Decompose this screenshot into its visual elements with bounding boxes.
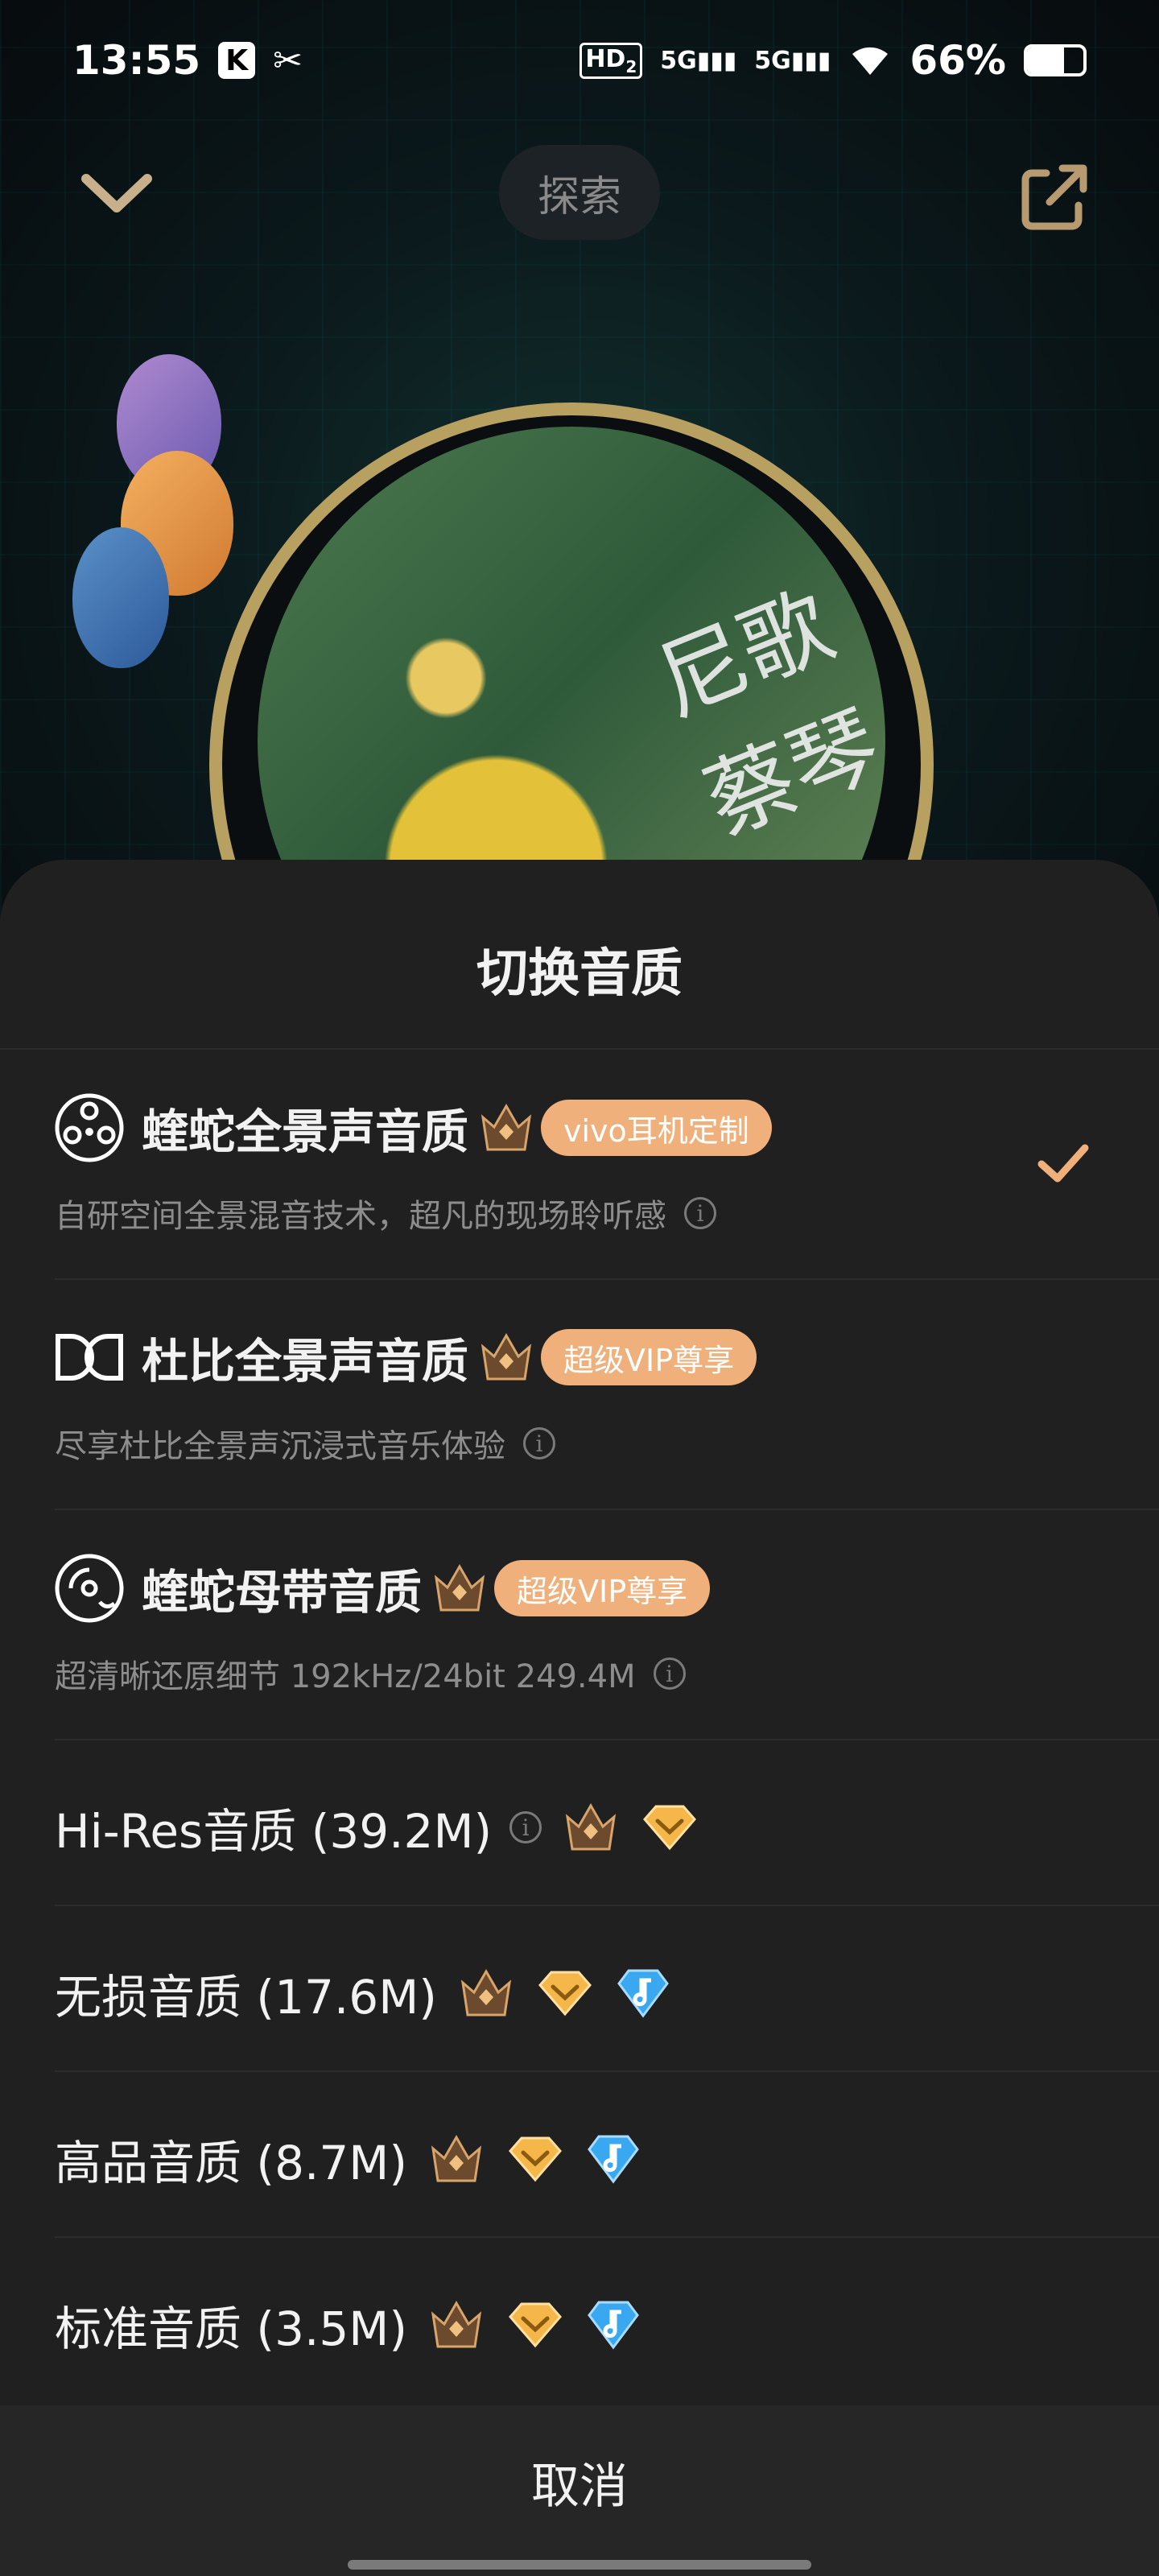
music-package-icon — [617, 1969, 669, 2018]
option-title: 蝰蛇母带音质 — [142, 1565, 423, 1620]
svip-crown-icon — [481, 1103, 532, 1151]
dolby-icon — [56, 1334, 123, 1381]
collapse-button[interactable] — [76, 161, 157, 225]
wifi-icon — [852, 47, 889, 75]
option-title: 蝰蛇全景声音质 — [142, 1104, 469, 1159]
quality-option-dolby-atmos[interactable]: 杜比全景声音质 超级VIP尊享 尽享杜比全景声沉浸式音乐体验 i — [0, 1278, 1159, 1509]
battery-icon — [1024, 44, 1087, 76]
sheet-title: 切换音质 — [476, 944, 683, 1004]
signal-icon: 5G▮▮▮ — [754, 46, 831, 75]
quality-option-high[interactable]: 高品音质 (8.7M) — [0, 2070, 1159, 2236]
share-icon — [1021, 164, 1087, 230]
signal-icon: 5G▮▮▮ — [660, 46, 737, 75]
svip-crown-icon — [460, 1968, 511, 2017]
music-package-icon — [588, 2135, 639, 2184]
app-notification-icon: K — [218, 42, 256, 79]
hd-voice-icon: HD2 — [580, 42, 643, 79]
svip-crown-icon — [566, 1802, 617, 1851]
quality-option-standard[interactable]: 标准音质 (3.5M) — [0, 2236, 1159, 2402]
album-cover-title: 尼歌 蔡琴 — [643, 573, 885, 855]
music-package-icon — [588, 2301, 639, 2350]
option-subtitle: 自研空间全景混音技术，超凡的现场聆听感 i — [55, 1190, 716, 1236]
quality-switch-sheet: 切换音质 蝰蛇全景声音质 vivo耳机定制 自研空间全景混音技术，超凡的现场聆听… — [0, 860, 1159, 2576]
battery-percent: 66% — [909, 37, 1006, 84]
option-title: 标准音质 (3.5M) — [55, 2301, 407, 2356]
svip-crown-icon — [431, 2134, 482, 2182]
svip-crown-icon — [481, 1332, 532, 1381]
balloon-decoration — [72, 527, 169, 668]
vip-diamond-icon — [643, 1805, 697, 1851]
player-background: 13:55 K ✂ HD2 5G▮▮▮ 5G▮▮▮ 66% 探索 尼歌 蔡琴 — [0, 0, 1159, 918]
option-title: 杜比全景声音质 — [142, 1334, 469, 1389]
svip-crown-icon — [434, 1563, 485, 1612]
option-badge: 超级VIP尊享 — [541, 1329, 757, 1385]
viper-atmos-icon — [55, 1093, 124, 1162]
explore-tab[interactable]: 探索 — [499, 145, 660, 240]
svip-crown-icon — [431, 2300, 482, 2348]
quality-option-lossless[interactable]: 无损音质 (17.6M) — [0, 1905, 1159, 2070]
info-icon[interactable]: i — [523, 1427, 555, 1459]
option-badge: 超级VIP尊享 — [494, 1560, 711, 1616]
info-icon[interactable]: i — [684, 1197, 716, 1229]
option-title: 无损音质 (17.6M) — [55, 1970, 437, 2025]
option-title: Hi-Res音质 (39.2M) — [55, 1804, 493, 1859]
info-icon[interactable]: i — [653, 1657, 686, 1690]
option-badge: vivo耳机定制 — [541, 1100, 772, 1156]
player-top-nav: 探索 — [0, 145, 1159, 242]
vip-diamond-icon — [538, 1971, 592, 2017]
option-subtitle: 尽享杜比全景声沉浸式音乐体验 i — [55, 1420, 555, 1467]
info-icon[interactable]: i — [509, 1811, 542, 1843]
vip-diamond-icon — [508, 2302, 562, 2348]
status-bar: 13:55 K ✂ HD2 5G▮▮▮ 5G▮▮▮ 66% — [0, 0, 1159, 121]
vip-diamond-icon — [508, 2136, 562, 2182]
home-indicator[interactable] — [348, 2560, 811, 2570]
quality-option-viper-master[interactable]: 蝰蛇母带音质 超级VIP尊享 超清晰还原细节 192kHz/24bit 249.… — [0, 1509, 1159, 1739]
status-time: 13:55 — [72, 37, 201, 84]
quality-option-viper-atmos[interactable]: 蝰蛇全景声音质 vivo耳机定制 自研空间全景混音技术，超凡的现场聆听感 i — [0, 1048, 1159, 1278]
viper-master-icon — [55, 1554, 124, 1623]
quality-option-hires[interactable]: Hi-Res音质 (39.2M) i — [0, 1739, 1159, 1905]
selected-check-icon — [1037, 1144, 1089, 1183]
share-button[interactable] — [1014, 157, 1095, 237]
tools-icon: ✂ — [273, 39, 303, 81]
option-title: 高品音质 (8.7M) — [55, 2136, 407, 2190]
chevron-down-icon — [81, 174, 152, 213]
cancel-button[interactable]: 取消 — [0, 2405, 1159, 2558]
cancel-area: 取消 — [0, 2405, 1159, 2576]
option-subtitle: 超清晰还原细节 192kHz/24bit 249.4M i — [55, 1650, 686, 1697]
